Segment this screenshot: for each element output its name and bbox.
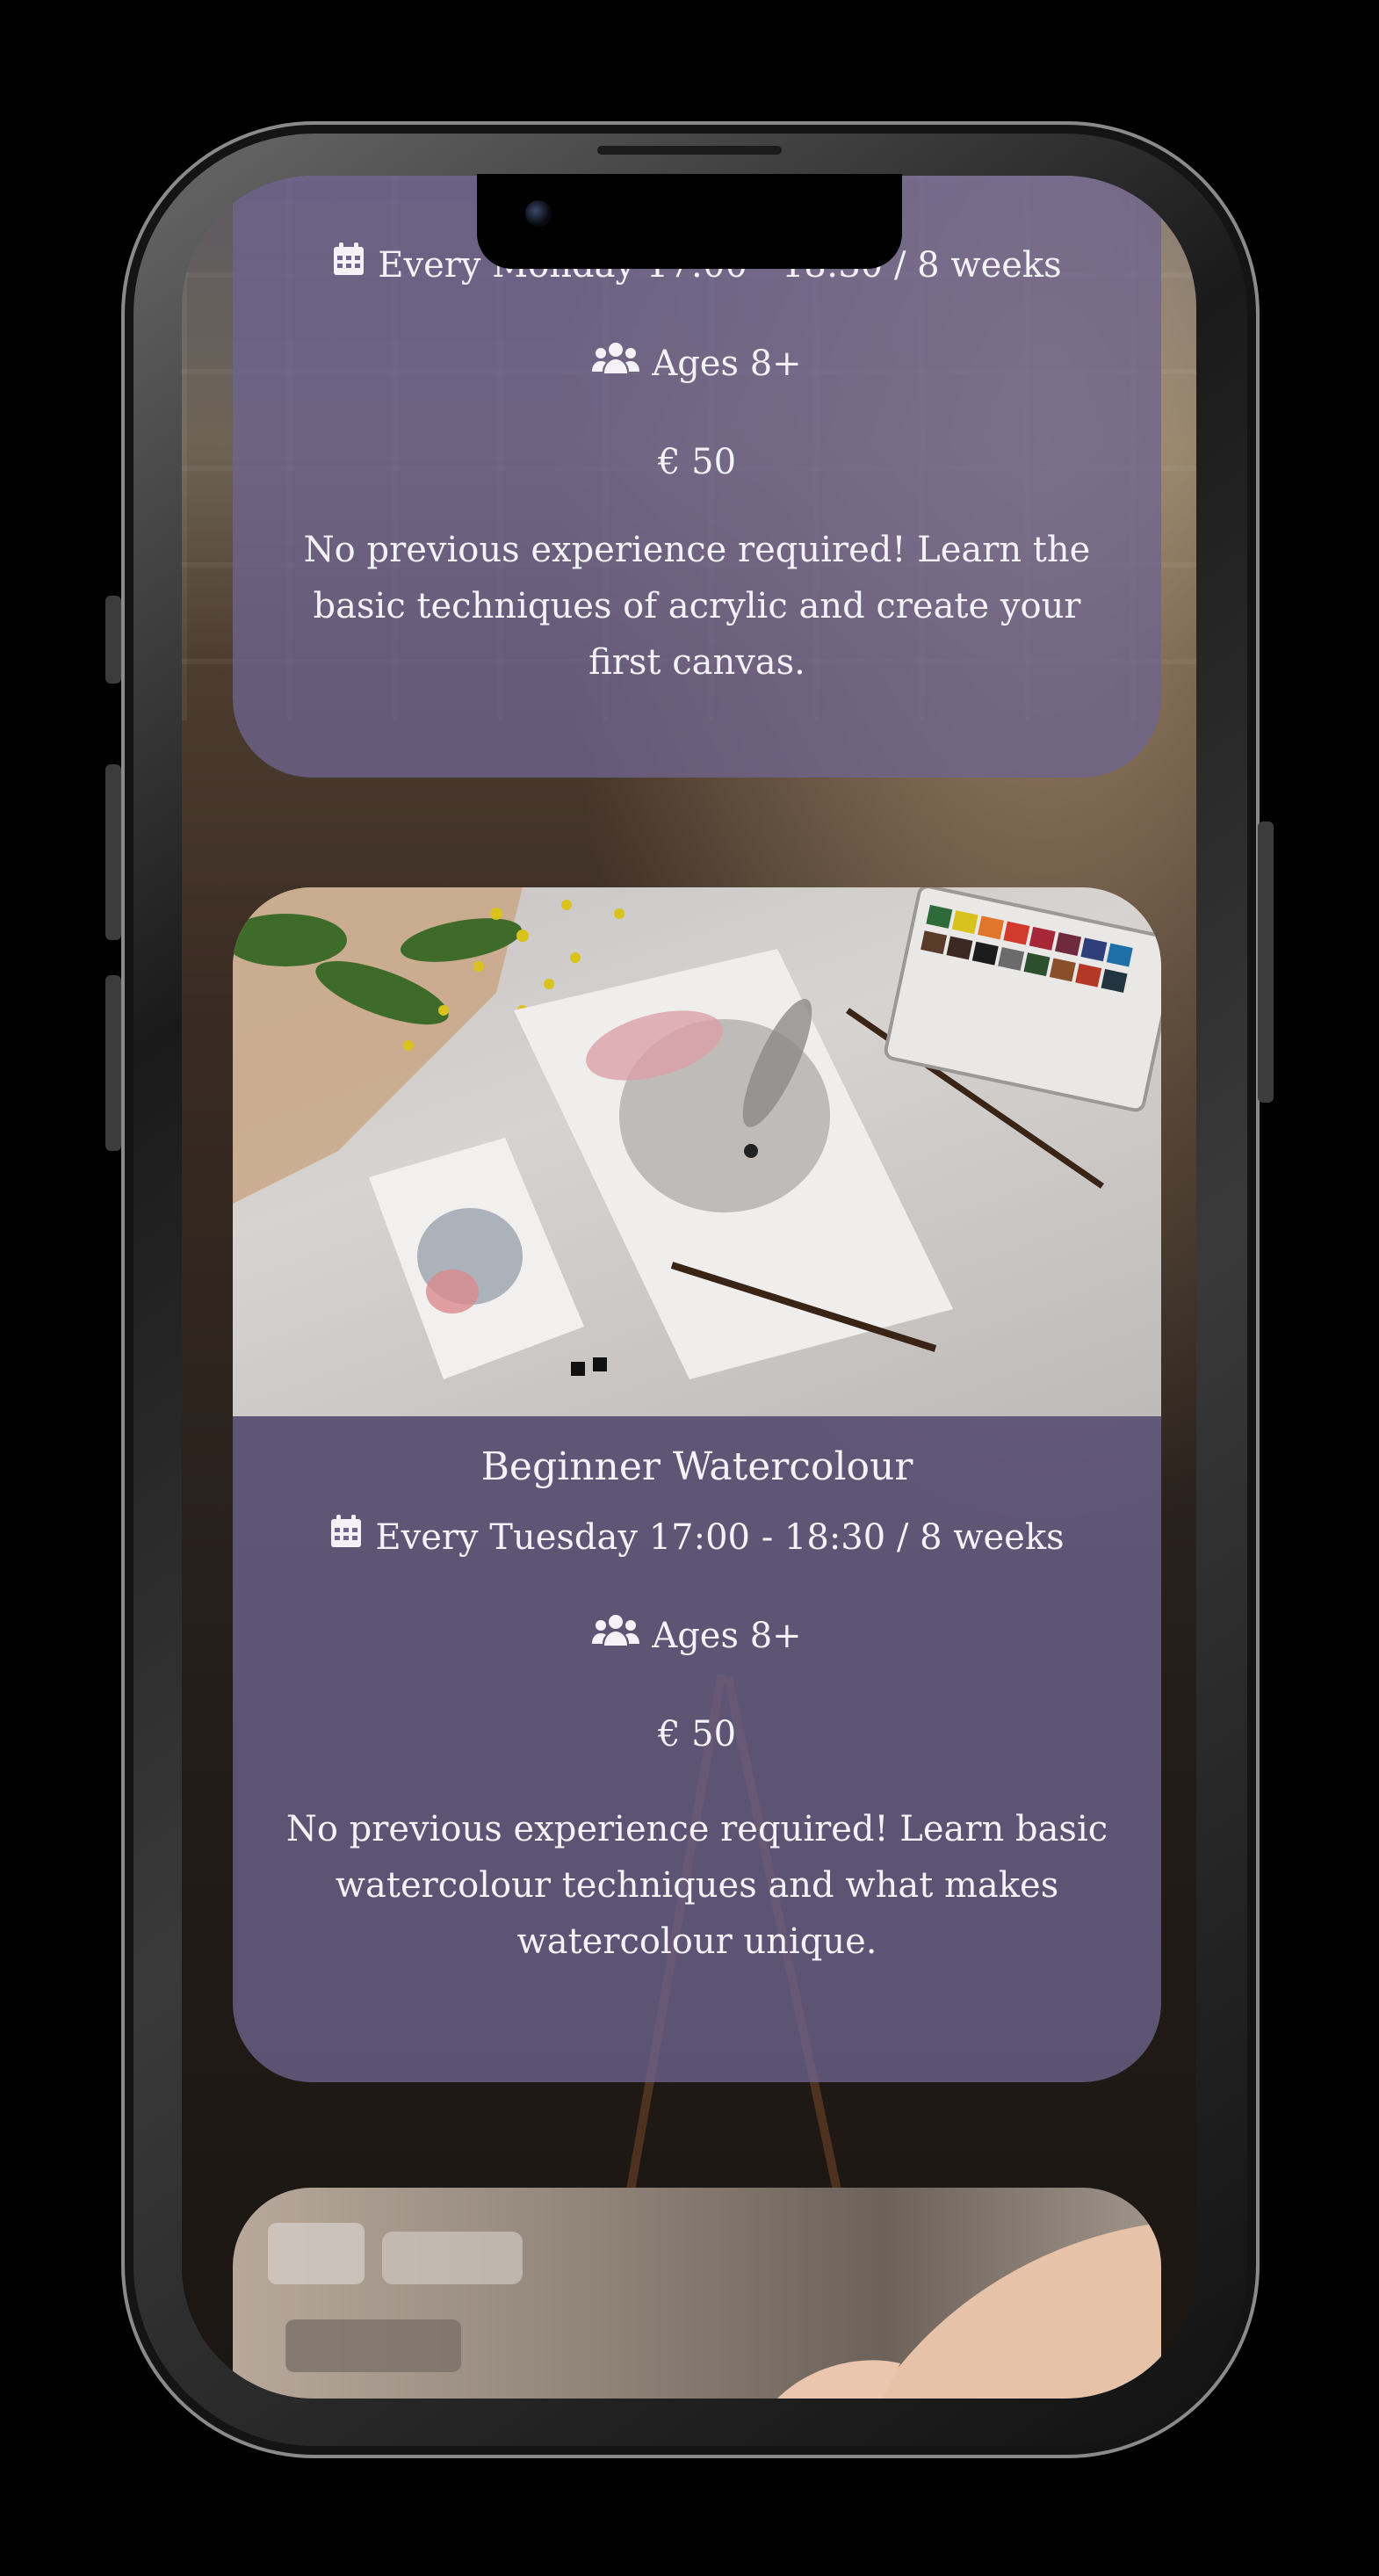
price-text: € 50 xyxy=(657,1714,737,1755)
ages-text: Ages 8+ xyxy=(652,1616,802,1656)
class-title: Beginner Watercolour xyxy=(480,1444,913,1489)
watercolour-rabbit-painting-photo xyxy=(233,887,1161,1416)
ages-row: Ages 8+ xyxy=(233,336,1161,392)
side-button xyxy=(105,596,121,684)
screen: Every Monday 17:00 - 18:30 / 8 weeks Age… xyxy=(182,176,1196,2399)
schedule-row: Every Tuesday 17:00 - 18:30 / 8 weeks xyxy=(233,1509,1161,1566)
users-icon xyxy=(592,1608,640,1664)
calendar-icon xyxy=(332,237,365,293)
volume-up-button xyxy=(105,764,121,940)
volume-down-button xyxy=(105,975,121,1151)
price-text: € 50 xyxy=(657,442,737,482)
ages-text: Ages 8+ xyxy=(652,344,802,384)
ages-row: Ages 8+ xyxy=(233,1608,1161,1664)
class-description: No previous experience required! Learn t… xyxy=(303,530,1091,683)
front-camera xyxy=(525,200,552,227)
users-icon xyxy=(592,336,640,392)
class-card-watercolour: Beginner Watercolour Every Tuesday 17:00… xyxy=(233,887,1161,2082)
schedule-text: Every Tuesday 17:00 - 18:30 / 8 weeks xyxy=(375,1517,1065,1558)
class-description: No previous experience required! Learn b… xyxy=(285,1809,1108,1962)
hand-painting-photo xyxy=(233,2188,1161,2399)
power-button xyxy=(1258,821,1274,1103)
class-card-next xyxy=(233,2188,1161,2399)
speaker-grille xyxy=(597,146,782,155)
calendar-icon xyxy=(329,1509,363,1566)
